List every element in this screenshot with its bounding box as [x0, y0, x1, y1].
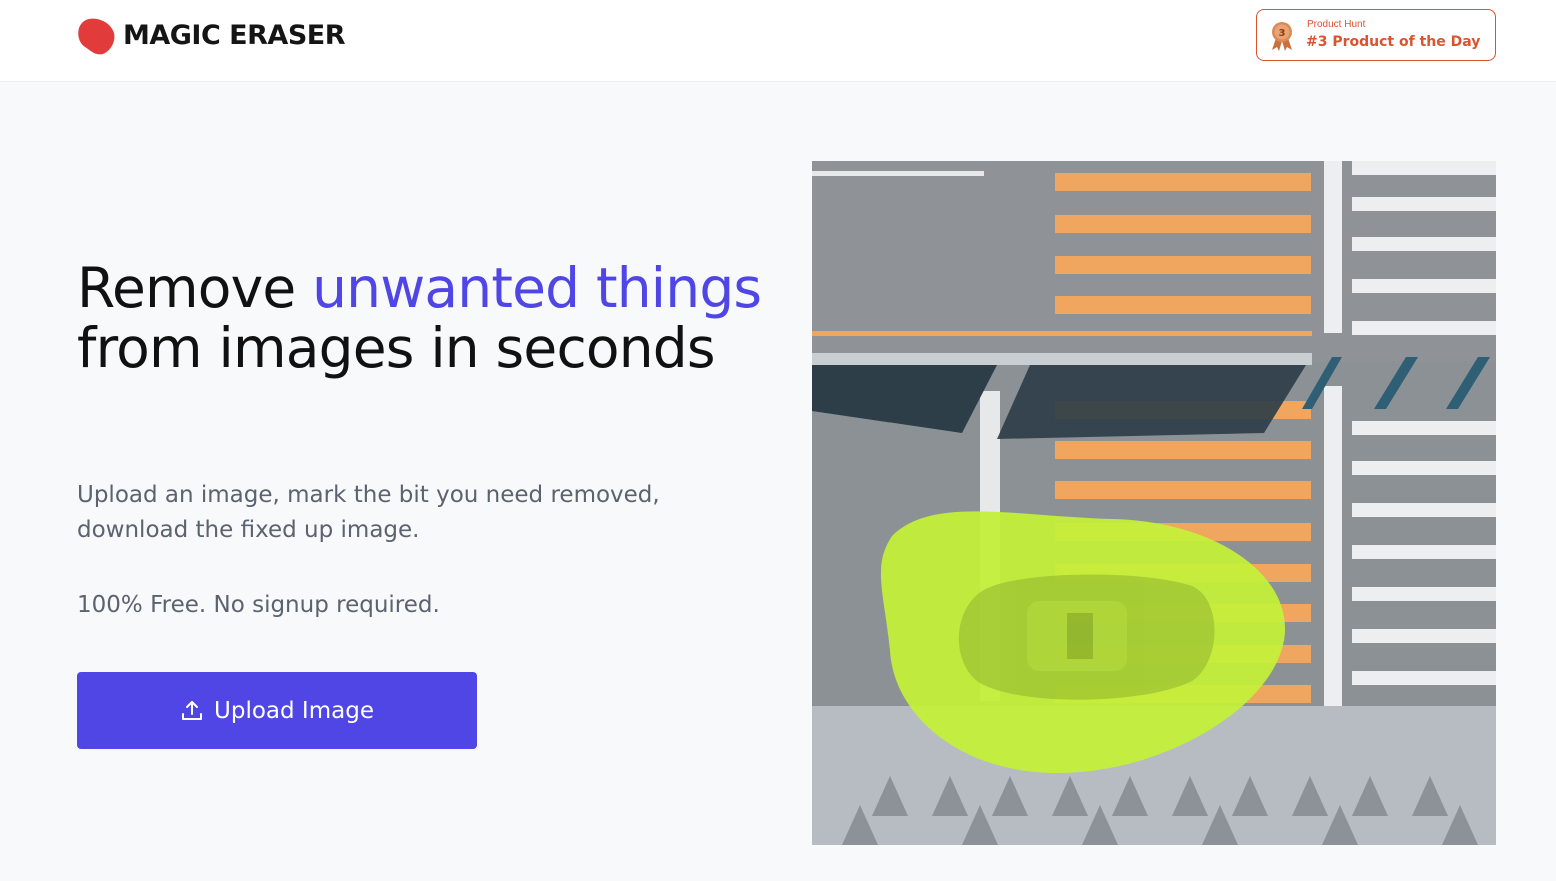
demo-image-illustration	[812, 161, 1496, 845]
logo-blob-icon	[78, 18, 115, 55]
medal-icon: 3	[1272, 22, 1292, 51]
product-hunt-badge[interactable]: 3 Product Hunt #3 Product of the Day	[1256, 9, 1496, 61]
upload-button-label: Upload Image	[214, 697, 374, 724]
site-header: MAGIC ERASER 3 Product Hunt #3 Product o…	[0, 0, 1556, 82]
hero-title-part1: Remove	[77, 256, 313, 320]
upload-icon	[182, 700, 203, 720]
badge-main-label: #3 Product of the Day	[1306, 34, 1481, 50]
logo-text: MAGIC ERASER	[123, 20, 346, 51]
hero-title-part2: from images in seconds	[77, 316, 716, 380]
hero-subtitle: Upload an image, mark the bit you need r…	[77, 482, 660, 543]
logo[interactable]: MAGIC ERASER	[77, 17, 346, 55]
badge-small-label: Product Hunt	[1307, 19, 1366, 30]
free-note: 100% Free. No signup required.	[77, 592, 440, 618]
demo-image	[812, 161, 1496, 845]
upload-image-button[interactable]: Upload Image	[77, 672, 477, 749]
hero-title: Remove unwanted things from images in se…	[77, 258, 777, 378]
medal-number: 3	[1279, 28, 1286, 39]
hero-title-highlight: unwanted things	[312, 256, 762, 320]
